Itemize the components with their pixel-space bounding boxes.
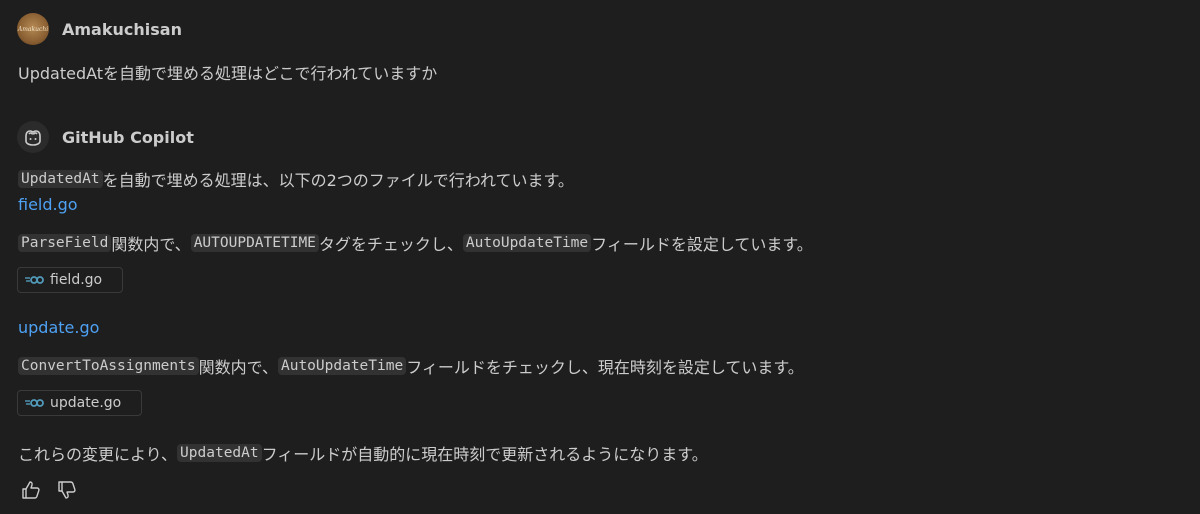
inline-code: AutoUpdateTime xyxy=(277,357,407,375)
inline-code: AutoUpdateTime xyxy=(462,234,592,252)
copilot-icon xyxy=(17,121,49,153)
assistant-name: GitHub Copilot xyxy=(62,127,194,147)
go-file-icon xyxy=(25,276,44,284)
inline-code: ParseField xyxy=(18,234,112,252)
section-1-heading: field.go xyxy=(18,195,78,214)
description-text: フィールドを設定しています。 xyxy=(591,235,813,254)
assistant-intro: UpdatedAt を自動で埋める処理は、以下の2つのファイルで行われています。 xyxy=(18,167,574,191)
file-reference-chip-field-go[interactable]: field.go xyxy=(17,267,123,293)
conclusion-text: これらの変更により、 xyxy=(18,445,178,464)
user-name: Amakuchisan xyxy=(62,19,182,39)
description-text: 関数内で、 xyxy=(198,358,278,377)
assistant-message-header: GitHub Copilot xyxy=(17,120,194,154)
assistant-conclusion: これらの変更により、 UpdatedAt フィールドが自動的に現在時刻で更新され… xyxy=(18,441,708,465)
section-1-description: ParseField 関数内で、 AUTOUPDATETIME タグをチェックし… xyxy=(18,231,813,255)
inline-code: AUTOUPDATETIME xyxy=(190,234,319,252)
inline-code: UpdatedAt xyxy=(177,444,262,462)
inline-code: UpdatedAt xyxy=(18,170,103,188)
avatar-logo-text: Amakuchi xyxy=(17,25,49,33)
file-link-update-go[interactable]: update.go xyxy=(18,318,99,337)
file-link-field-go[interactable]: field.go xyxy=(18,195,78,214)
file-chip-label: update.go xyxy=(50,395,122,411)
user-message-header: Amakuchi Amakuchisan xyxy=(17,12,182,46)
file-chip-label: field.go xyxy=(50,272,103,288)
intro-text: を自動で埋める処理は、以下の2つのファイルで行われています。 xyxy=(102,171,574,190)
user-message-text: UpdatedAtを自動で埋める処理はどこで行われていますか xyxy=(18,64,438,83)
avatar: Amakuchi xyxy=(17,13,49,45)
thumbs-up-icon[interactable] xyxy=(20,479,42,501)
thumbs-down-icon[interactable] xyxy=(56,479,78,501)
section-2-description: ConvertToAssignments 関数内で、 AutoUpdateTim… xyxy=(18,354,804,378)
inline-code: ConvertToAssignments xyxy=(18,357,199,375)
description-text: タグをチェックし、 xyxy=(318,235,463,254)
section-2-heading: update.go xyxy=(18,318,99,337)
feedback-actions xyxy=(20,479,78,501)
go-file-icon xyxy=(25,399,44,407)
description-text: 関数内で、 xyxy=(111,235,191,254)
conclusion-text: フィールドが自動的に現在時刻で更新されるようになります。 xyxy=(261,445,708,464)
file-reference-chip-update-go[interactable]: update.go xyxy=(17,390,142,416)
description-text: フィールドをチェックし、現在時刻を設定しています。 xyxy=(406,358,804,377)
